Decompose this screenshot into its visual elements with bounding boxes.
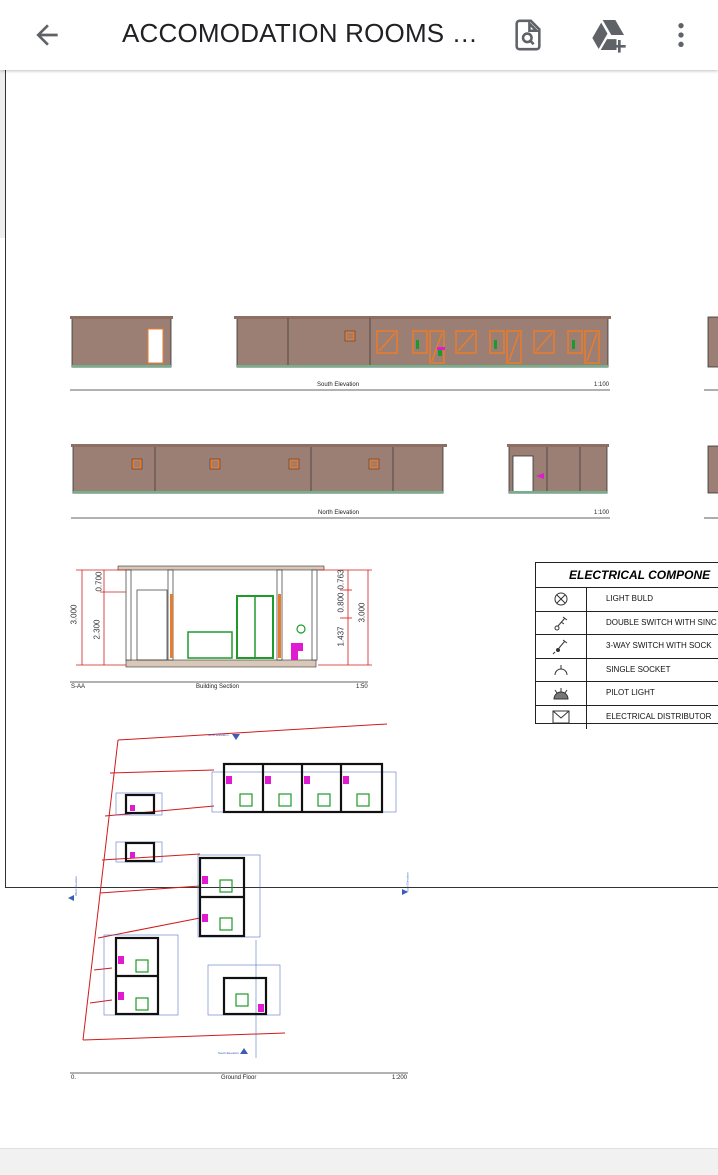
section-scale: 1:50 xyxy=(356,684,368,690)
more-vert-icon xyxy=(678,23,684,47)
section-dim-right-total: 3.000 xyxy=(357,602,367,623)
electrical-components-legend: ELECTRICAL COMPONE LIGHT BULD DOUBLE SWI… xyxy=(535,562,718,729)
section-dim-right-upper: 0.763 xyxy=(336,569,346,590)
ground-floor-title: Ground Floor xyxy=(221,1075,257,1081)
south-elevation-next-column xyxy=(704,316,718,391)
ground-floor-plan xyxy=(68,723,408,1074)
pilot-light-symbol-icon xyxy=(536,682,587,705)
legend-label: 3-WAY SWITCH WITH SOCK xyxy=(606,641,712,651)
legend-row: SINGLE SOCKET xyxy=(536,658,718,683)
section-dim-left-bottom: 2.300 xyxy=(92,619,102,640)
legend-heading: ELECTRICAL COMPONE xyxy=(536,563,718,588)
ground-floor-north-marker: North Elevation xyxy=(208,733,229,737)
legend-label: ELECTRICAL DISTRIBUTOR xyxy=(606,711,712,721)
legend-row: LIGHT BULD xyxy=(536,588,718,612)
electrical-distributor-symbol-icon xyxy=(536,705,587,729)
find-in-page-icon xyxy=(515,19,541,51)
south-elevation-title: South Elevation xyxy=(317,382,360,388)
south-elevation-drawing xyxy=(70,316,611,391)
legend-row: ELECTRICAL DISTRIBUTOR xyxy=(536,705,718,729)
legend-label: SINGLE SOCKET xyxy=(606,664,671,674)
ground-floor-east-marker: East Elevation xyxy=(405,872,410,892)
find-in-page-button[interactable] xyxy=(503,10,553,60)
light-bulb-symbol-icon xyxy=(536,588,587,611)
north-elevation-next-column xyxy=(704,445,718,519)
legend-row: PILOT LIGHT xyxy=(536,682,718,706)
section-title: Building Section xyxy=(196,684,240,690)
legend-row: DOUBLE SWITCH WITH SINC xyxy=(536,611,718,636)
three-way-switch-symbol-icon xyxy=(536,635,587,658)
more-options-button[interactable] xyxy=(656,10,706,60)
north-elevation-drawing xyxy=(71,444,610,519)
legend-row: 3-WAY SWITCH WITH SOCK xyxy=(536,635,718,659)
north-elevation-scale: 1:100 xyxy=(594,510,610,516)
section-dim-right-lower: 1.437 xyxy=(336,626,346,647)
legend-label: LIGHT BULD xyxy=(606,594,653,603)
document-title: ACCOMODATION ROOMS 0... xyxy=(122,18,482,48)
arrow-back-icon xyxy=(36,24,58,46)
building-section-drawing xyxy=(70,565,372,683)
legend-label: PILOT LIGHT xyxy=(606,688,655,698)
ground-floor-scale: 1:200 xyxy=(392,1075,408,1081)
ground-floor-south-marker: South Elevation xyxy=(218,1051,240,1055)
viewer-bottom-gap xyxy=(0,1148,718,1175)
ground-floor-west-marker: West Elevation xyxy=(73,876,78,896)
add-to-drive-button[interactable] xyxy=(584,10,634,60)
ground-floor-reference: 0. xyxy=(71,1075,77,1081)
section-dim-right-mid: 0.800 xyxy=(336,592,346,613)
add-to-drive-icon xyxy=(592,20,626,53)
back-button[interactable] xyxy=(22,10,72,60)
section-reference: S-AA xyxy=(71,684,86,690)
double-switch-symbol-icon xyxy=(536,611,587,635)
legend-label: DOUBLE SWITCH WITH SINC xyxy=(606,617,717,627)
south-elevation-scale: 1:100 xyxy=(594,382,610,388)
single-socket-symbol-icon xyxy=(536,658,587,682)
app-bar: ACCOMODATION ROOMS 0... xyxy=(0,0,718,70)
north-elevation-title: North Elevation xyxy=(318,510,360,516)
section-dim-left-top: 0.700 xyxy=(94,571,104,592)
section-dim-left-total: 3.000 xyxy=(69,604,79,625)
